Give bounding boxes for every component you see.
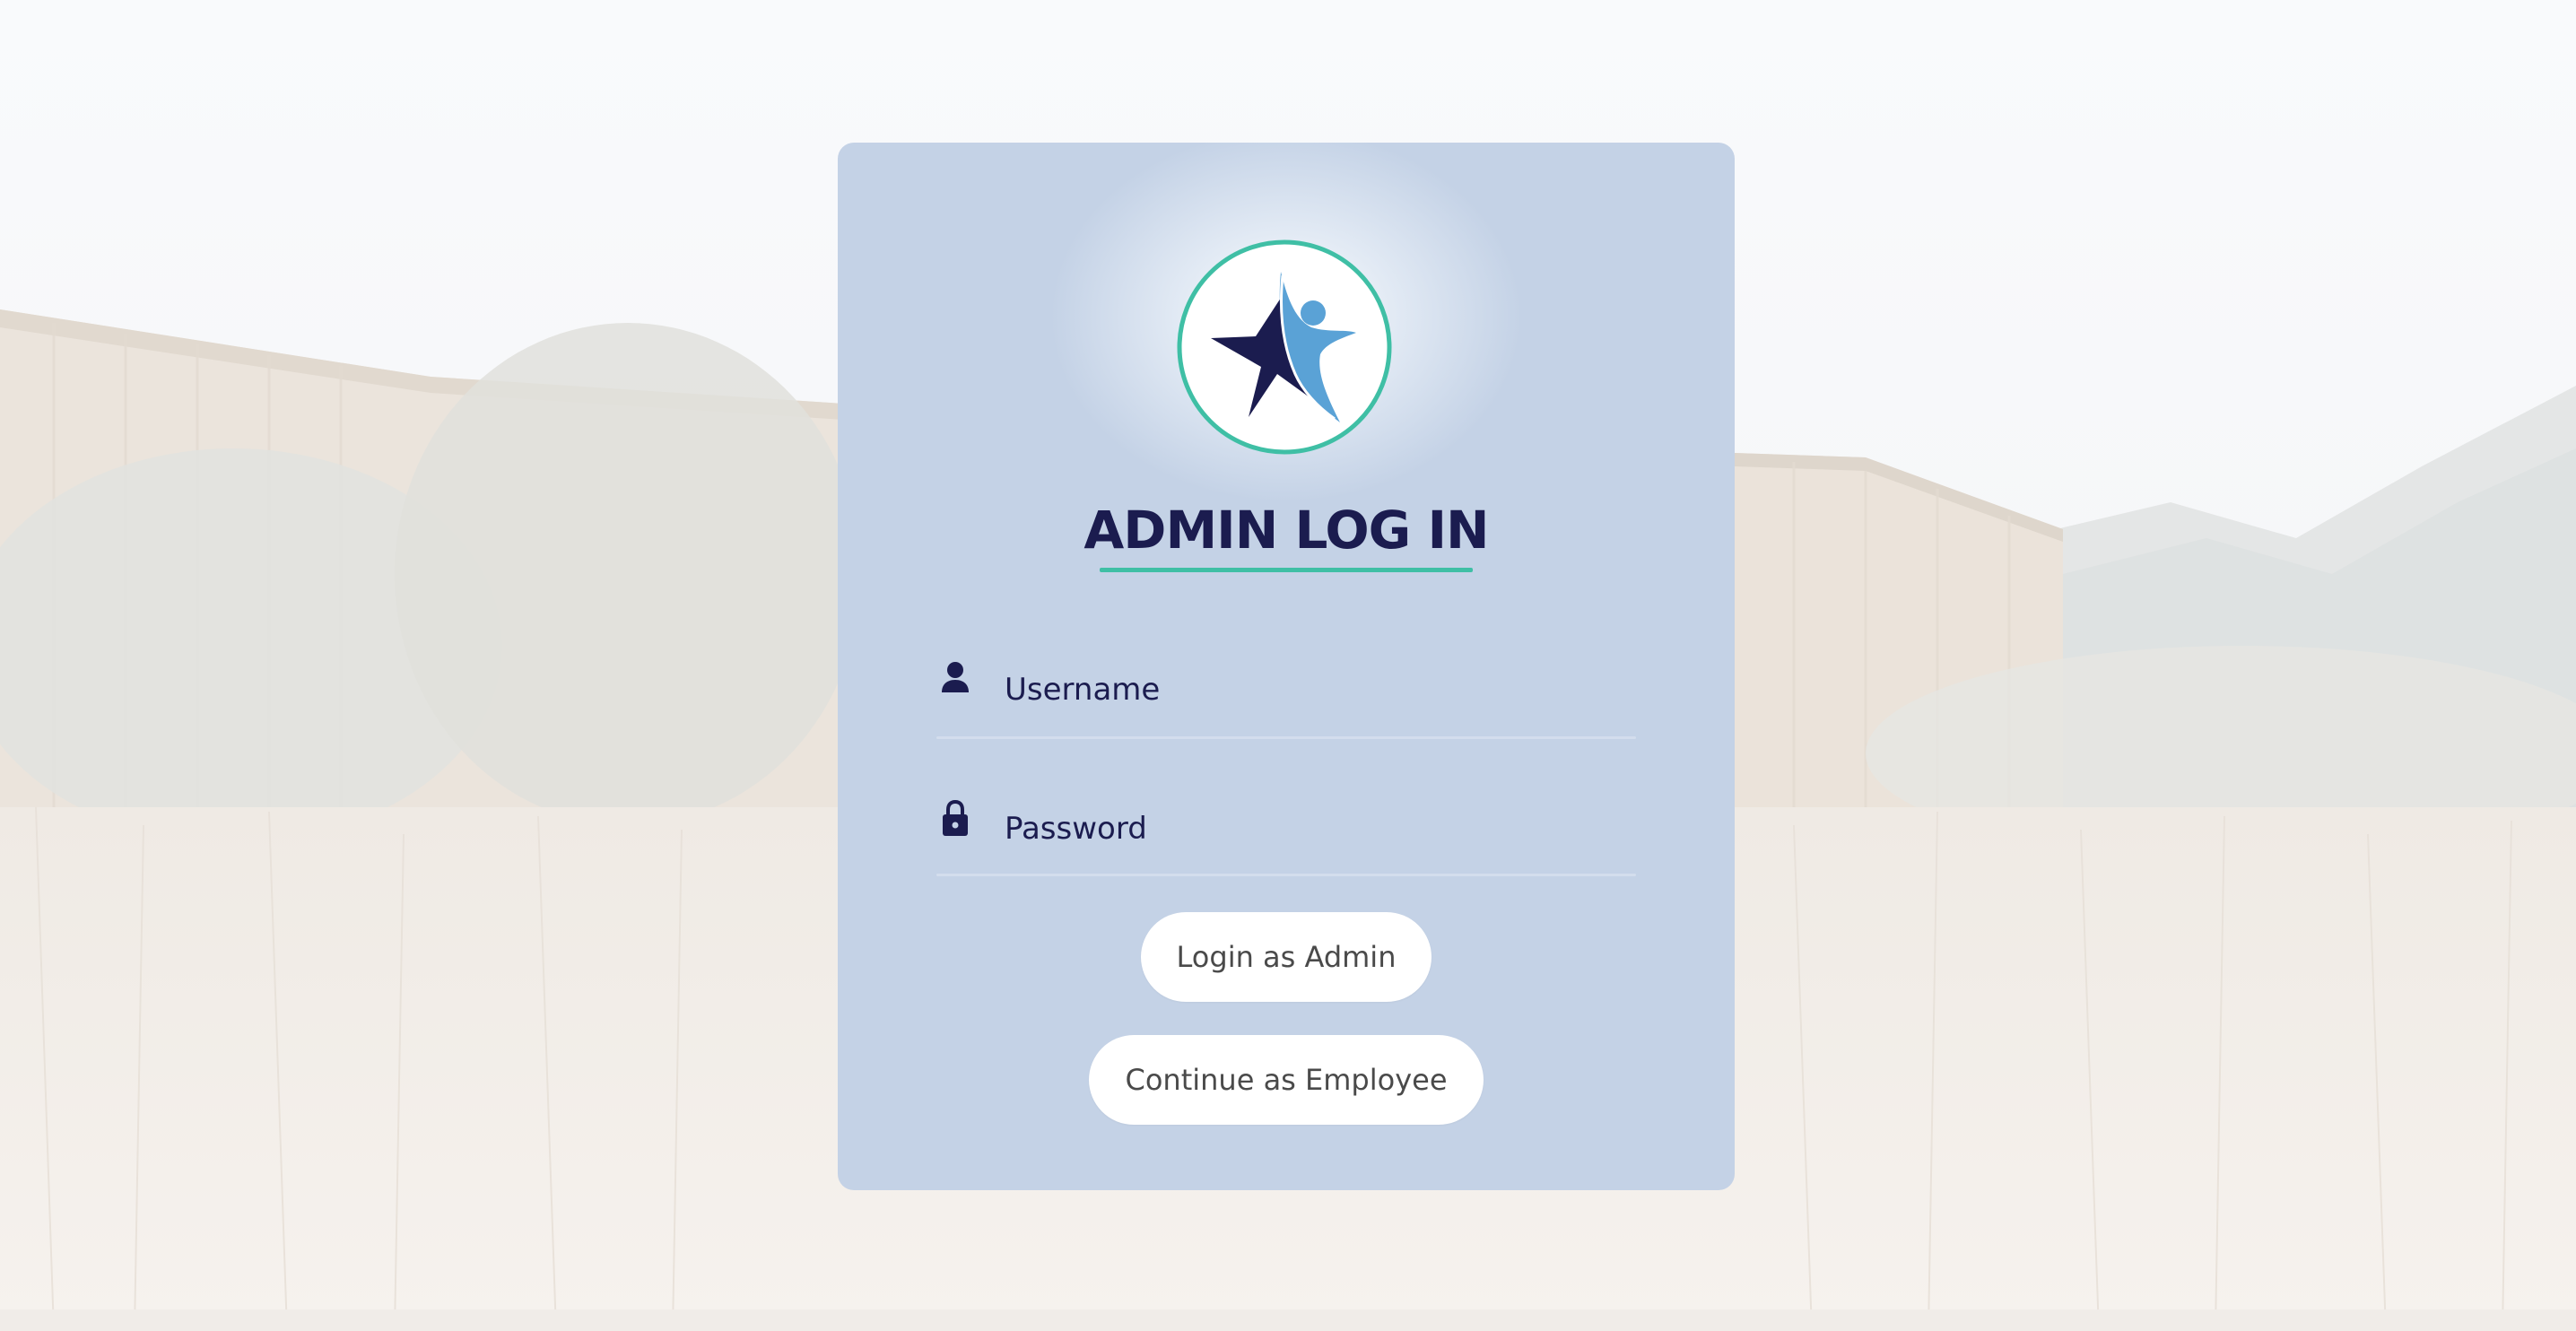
continue-as-employee-button[interactable]: Continue as Employee bbox=[1089, 1035, 1484, 1125]
star-person-logo-icon bbox=[1177, 239, 1392, 455]
password-input[interactable]: Password bbox=[1005, 809, 1147, 848]
login-card: ADMIN LOG IN Username Password Login as … bbox=[838, 143, 1735, 1190]
username-field[interactable]: Username bbox=[936, 649, 1636, 739]
lock-icon bbox=[943, 799, 968, 836]
title-underline bbox=[1100, 568, 1473, 572]
password-underline bbox=[936, 874, 1636, 876]
page-title: ADMIN LOG IN bbox=[1083, 500, 1489, 561]
password-field[interactable]: Password bbox=[936, 787, 1636, 876]
login-as-admin-button[interactable]: Login as Admin bbox=[1141, 912, 1432, 1002]
user-icon bbox=[942, 662, 969, 692]
username-underline bbox=[936, 736, 1636, 739]
username-input[interactable]: Username bbox=[1005, 670, 1160, 709]
login-page: ADMIN LOG IN Username Password Login as … bbox=[0, 0, 2576, 1331]
